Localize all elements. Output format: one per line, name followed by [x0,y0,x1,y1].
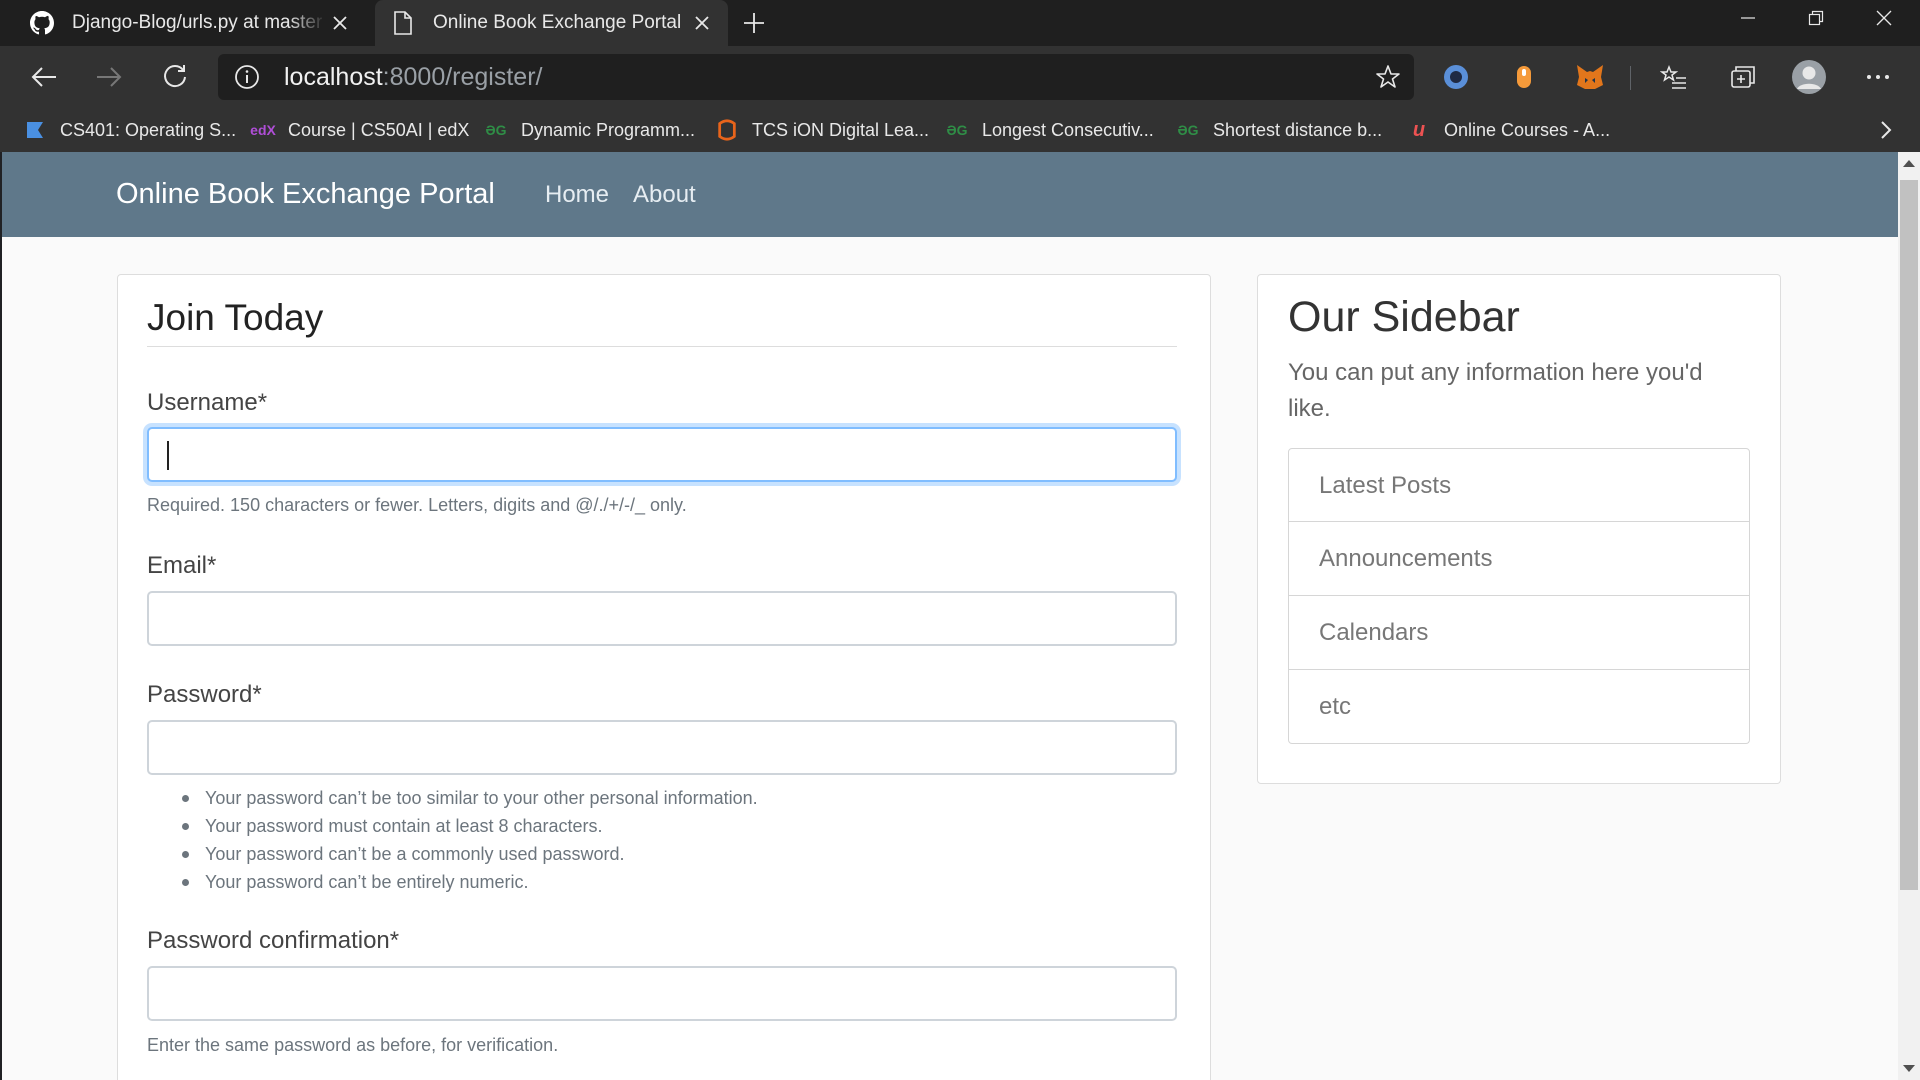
password-confirmation-help-text: Enter the same password as before, for v… [147,1035,559,1055]
sidebar-card: Our Sidebar You can put any information … [1257,274,1781,784]
nav-home-link[interactable]: Home [545,181,609,209]
new-tab-plus-icon[interactable] [740,9,768,37]
restore-window-icon[interactable] [1784,0,1848,36]
address-bar[interactable]: localhost:8000/register/ [218,54,1414,100]
password-label: Password* [147,681,262,708]
email-label: Email* [147,552,217,579]
sidebar-description: You can put any information here you'd l… [1288,359,1703,422]
profile-avatar-icon[interactable] [1791,59,1827,95]
chevron-right-icon[interactable] [1874,118,1898,142]
sidebar-item-latest-posts[interactable]: Latest Posts [1288,448,1750,522]
sidebar-item-announcements[interactable]: Announcements [1288,522,1750,596]
bookmark-online-courses[interactable]: u Online Courses - A... [1408,108,1610,152]
add-favorite-star-icon[interactable] [1374,63,1402,91]
minimize-window-icon[interactable] [1716,0,1780,36]
bookmark-label: CS401: Operating S... [60,119,237,140]
url-host: localhost [284,63,383,91]
forward-arrow-icon[interactable] [89,57,129,97]
password-help-item: Your password must contain at least 8 ch… [182,812,758,840]
site-brand[interactable]: Online Book Exchange Portal [116,178,495,211]
legend-divider [147,346,1177,347]
text-caret [167,441,169,470]
register-form-card: Join Today Username* Required. 150 chara… [117,274,1211,1080]
geeksforgeeks-icon: ƏG [1177,122,1199,138]
bookmark-label: Course | CS50AI | edX [288,119,470,140]
bookmarks-bar: CS401: Operating S... edX Course | CS50A… [0,108,1920,152]
close-window-icon[interactable] [1852,0,1916,36]
tab-online-book-exchange[interactable]: Online Book Exchange Portal [375,0,728,46]
tab-github-urls[interactable]: Django-Blog/urls.py at master · u [14,0,366,46]
favorites-list-icon[interactable] [1656,59,1692,95]
geeksforgeeks-icon: ƏG [946,122,968,138]
username-help-text: Required. 150 characters or fewer. Lette… [147,495,687,515]
url-text[interactable]: localhost:8000/register/ [284,64,543,90]
scrollbar-thumb[interactable] [1900,180,1918,890]
tab-strip: Django-Blog/urls.py at master · u Online… [0,0,1920,46]
edx-icon: edX [250,122,276,138]
bookmark-longest-consecutive[interactable]: ƏG Longest Consecutiv... [946,108,1154,152]
page-scrollbar[interactable] [1898,152,1920,1080]
page-icon [389,9,417,37]
password-confirmation-input[interactable] [147,966,1177,1021]
extension-blue-ring-icon[interactable] [1438,59,1474,95]
tab-title: Django-Blog/urls.py at master · u [72,12,326,33]
email-input[interactable] [147,591,1177,646]
password-input[interactable] [147,720,1177,775]
more-options-ellipsis-icon[interactable] [1860,59,1896,95]
bookmark-shortest-distance[interactable]: ƏG Shortest distance b... [1177,108,1382,152]
bookmark-tcs-ion[interactable]: TCS iON Digital Lea... [716,108,929,152]
bookmark-label: Online Courses - A... [1444,119,1611,140]
site-navbar: Online Book Exchange Portal Home About [2,152,1898,237]
form-legend: Join Today [147,297,324,338]
nav-about-link[interactable]: About [633,181,696,209]
browser-toolbar: localhost:8000/register/ [0,46,1920,108]
site-info-icon[interactable] [234,64,260,90]
bookmark-cs401[interactable]: CS401: Operating S... [24,108,236,152]
bookmark-label: Longest Consecutiv... [982,119,1154,140]
metamask-fox-icon[interactable] [1572,59,1608,95]
username-label: Username* [147,389,268,416]
bookmark-label: TCS iON Digital Lea... [752,119,930,140]
back-arrow-icon[interactable] [24,57,64,97]
tab-title: Online Book Exchange Portal [433,12,682,33]
udemy-icon: u [1412,118,1426,141]
refresh-icon[interactable] [155,57,195,97]
sidebar-item-etc[interactable]: etc [1288,670,1750,744]
tcs-ion-icon [716,119,738,141]
collections-icon[interactable] [1724,59,1760,95]
close-tab-icon[interactable] [688,9,716,37]
bookmark-dynamic-programming[interactable]: ƏG Dynamic Programm... [485,108,695,152]
sidebar-list: Latest Posts Announcements Calendars etc [1288,448,1750,744]
bookmark-label: Shortest distance b... [1213,119,1383,140]
password-confirmation-label: Password confirmation* [147,927,400,954]
close-tab-icon[interactable] [326,9,354,37]
bookmark-cs50ai-edx[interactable]: edX Course | CS50AI | edX [250,108,470,152]
bookmark-label: Dynamic Programm... [521,119,696,140]
geeksforgeeks-icon: ƏG [485,122,507,138]
page-viewport: Online Book Exchange Portal Home About J… [2,152,1898,1080]
password-help-list: Your password can’t be too similar to yo… [182,784,758,896]
saylor-icon [24,119,46,141]
sidebar-item-calendars[interactable]: Calendars [1288,596,1750,670]
password-help-item: Your password can’t be too similar to yo… [182,784,758,812]
username-input[interactable] [147,427,1177,482]
scroll-up-arrow-icon[interactable] [1903,160,1915,167]
toolbar-separator [1630,66,1631,90]
password-help-item: Your password can’t be entirely numeric. [182,868,758,896]
github-icon [28,9,56,37]
scroll-down-arrow-icon[interactable] [1903,1065,1915,1072]
sidebar-title: Our Sidebar [1288,293,1520,341]
password-help-item: Your password can’t be a commonly used p… [182,840,758,868]
extension-mouse-icon[interactable] [1506,59,1542,95]
url-path: :8000/register/ [382,63,543,91]
